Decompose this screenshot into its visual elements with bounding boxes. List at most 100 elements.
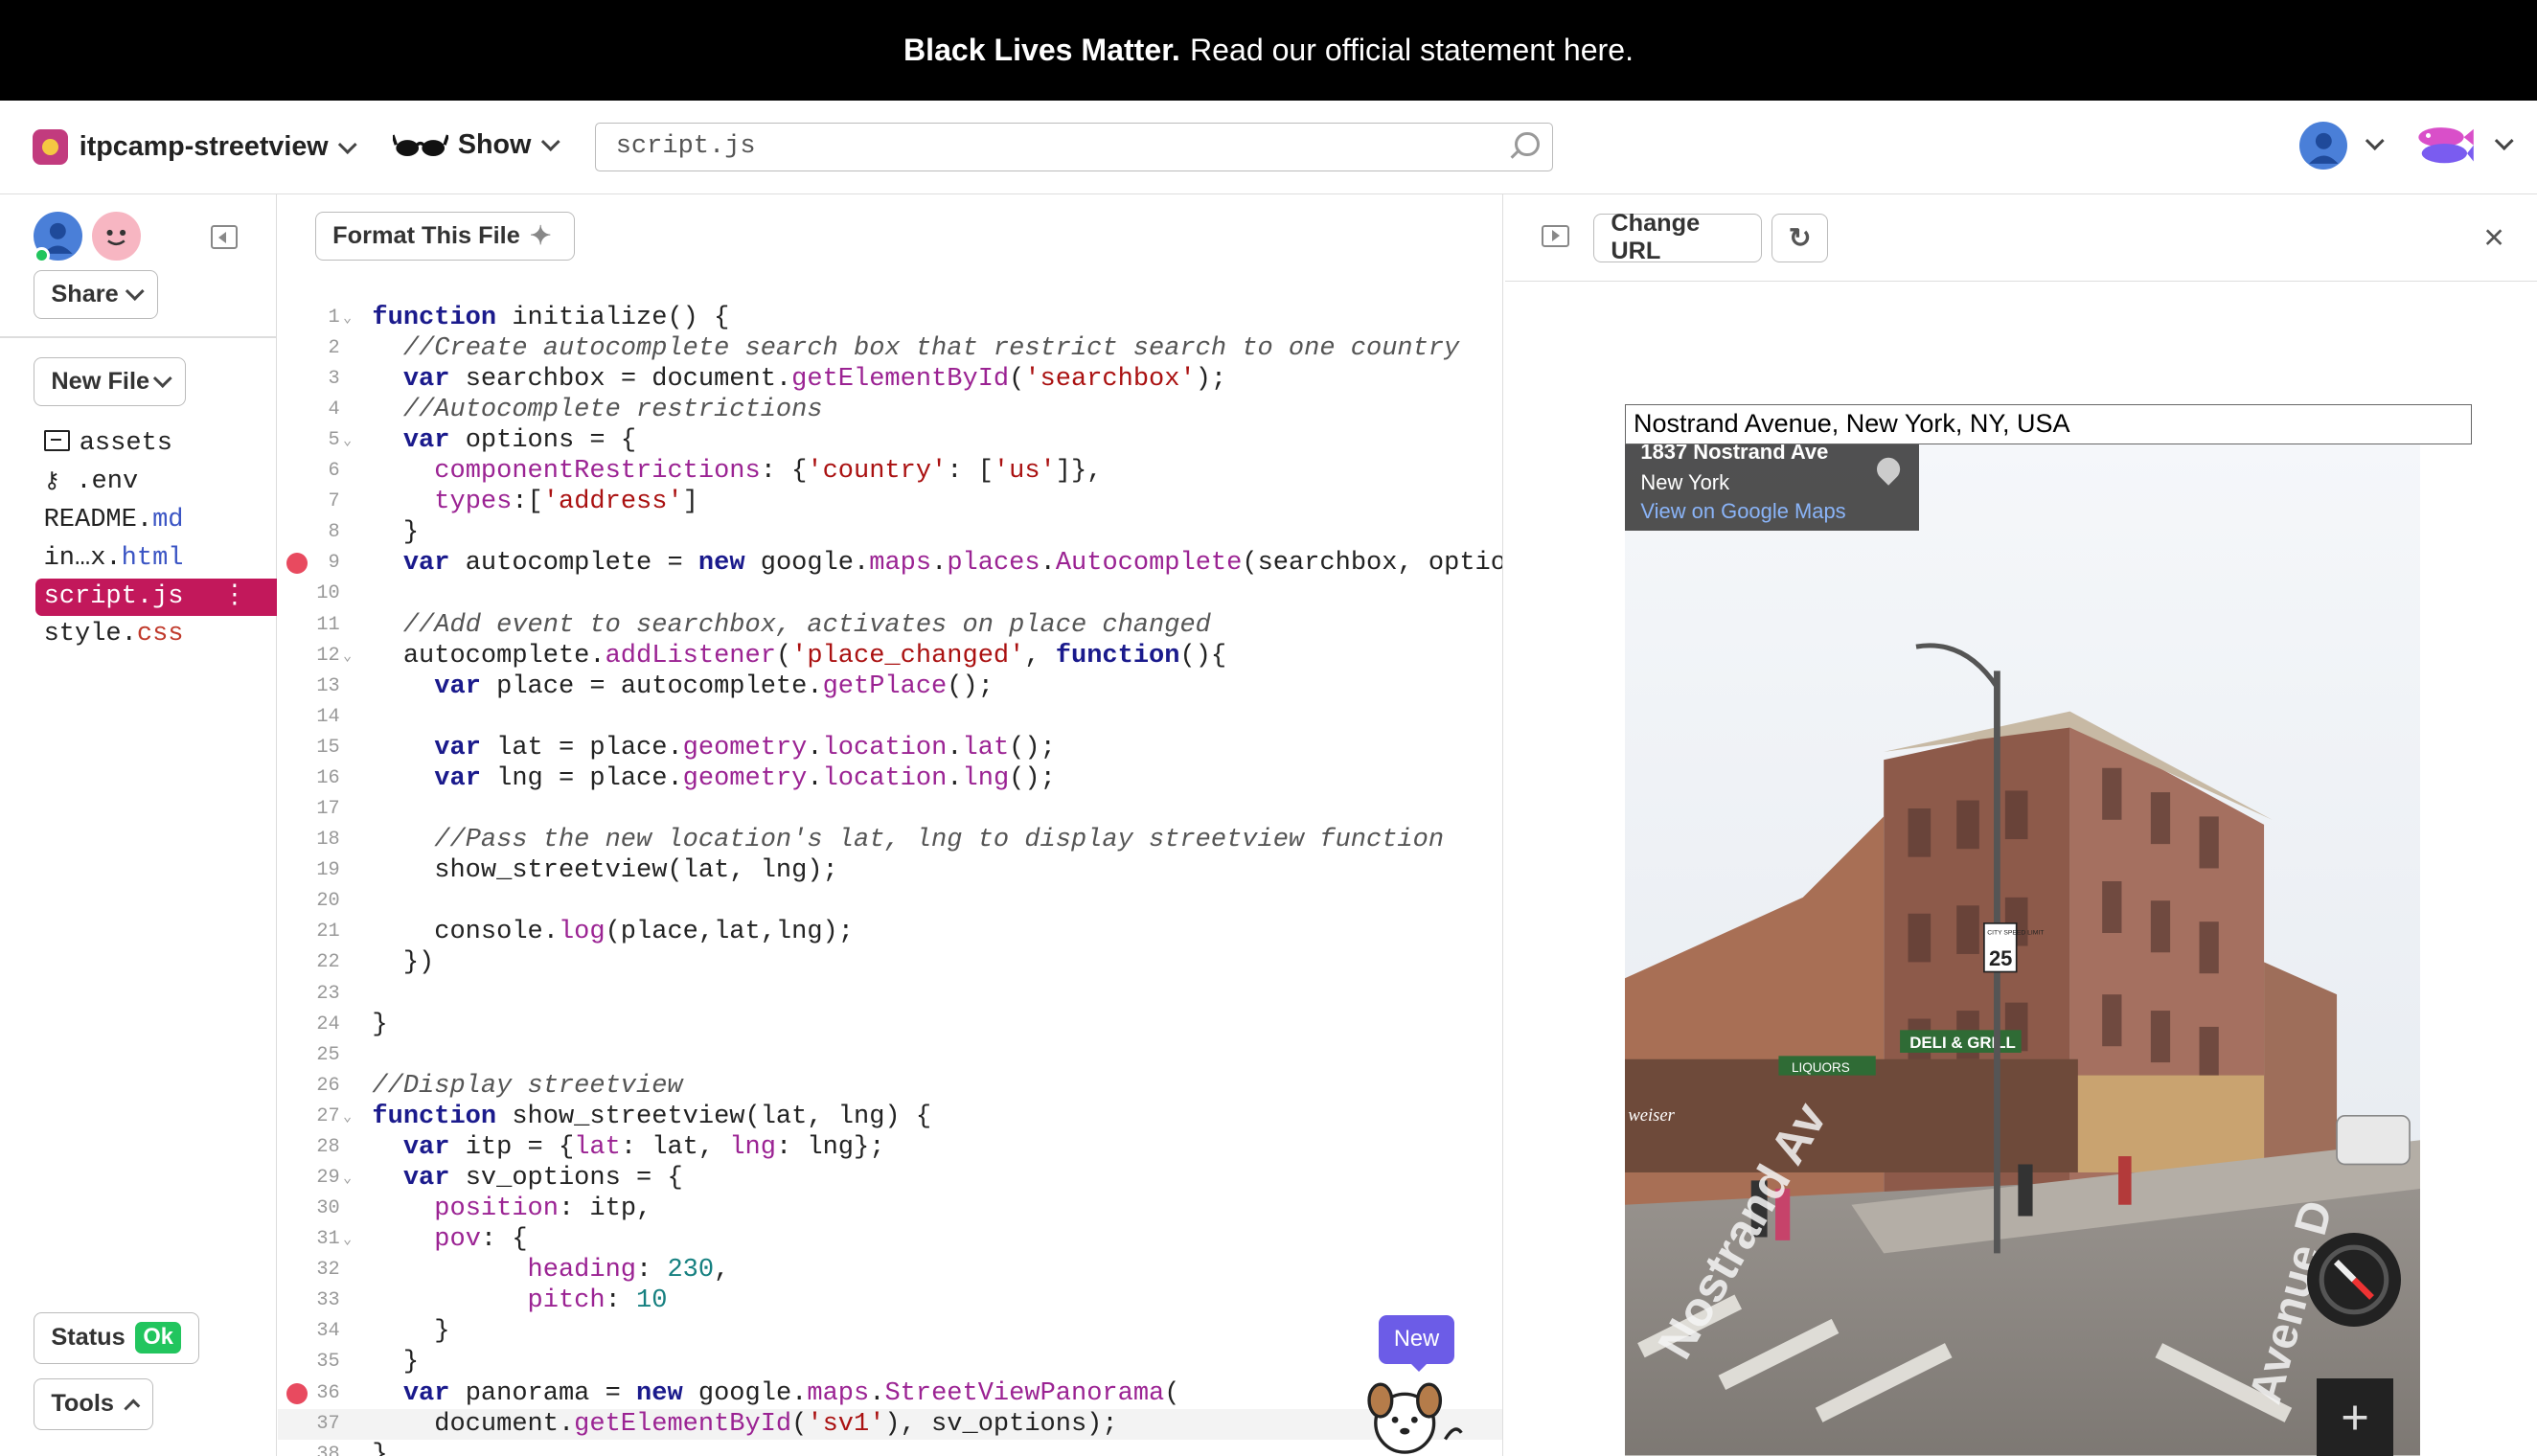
file-ext: html — [121, 543, 184, 573]
code-text: var autocomplete = new google.maps.place… — [402, 549, 1502, 579]
chevron-down-icon — [541, 132, 560, 151]
file-ext: md — [152, 505, 184, 535]
code-text: //Autocomplete restrictions — [402, 396, 823, 425]
project-avatar-icon — [32, 129, 68, 166]
change-url-button[interactable]: Change URL — [1593, 210, 1763, 264]
announcement-banner[interactable]: Black Lives Matter. Read our official st… — [0, 0, 2537, 101]
code-editor[interactable]: Format This File ✦ 1 ⌄ function initialize… — [278, 193, 1503, 1456]
show-label: Show — [457, 129, 532, 161]
compass-icon[interactable] — [2307, 1232, 2402, 1327]
line-number: 17 — [316, 798, 340, 821]
line-number: 29 — [316, 1166, 340, 1189]
code-line: 25 — [278, 1040, 1501, 1071]
file-list: assets ⚷ .env README.md in…x.html script.… — [35, 425, 277, 654]
collaborator-avatar[interactable] — [92, 212, 141, 261]
tools-label: Tools — [51, 1390, 114, 1418]
new-file-button[interactable]: New File — [34, 357, 187, 406]
code-line: 9 var autocomplete = new google.maps.pla… — [278, 548, 1502, 579]
collapse-sidebar-icon[interactable] — [210, 224, 239, 250]
line-number: 16 — [316, 766, 340, 789]
refresh-button[interactable]: ↻ — [1771, 213, 1829, 262]
code-line: 7 types:['address'] — [278, 487, 1501, 517]
line-number: 8 — [328, 521, 340, 544]
code-line: 18 //Pass the new location's lat, lng to… — [278, 825, 1501, 855]
store-sign: weiser — [1628, 1105, 1675, 1126]
show-menu[interactable]: Show — [393, 129, 560, 161]
code-line: 1 ⌄ function initialize() { — [278, 303, 1501, 333]
status-badge: Ok — [134, 1321, 182, 1354]
code-text: autocomplete.addListener('place_changed'… — [372, 641, 1227, 671]
code-line: 32 heading: 230, — [278, 1255, 1501, 1285]
play-icon[interactable] — [1542, 224, 1570, 248]
file-item-script[interactable]: script.js ⋮ — [35, 578, 277, 617]
line-number: 26 — [316, 1074, 340, 1097]
line-number: 23 — [316, 982, 340, 1005]
code-text: } — [372, 1317, 450, 1347]
code-line: 3 var searchbox = document.getElementByI… — [278, 364, 1501, 395]
line-number: 11 — [316, 613, 340, 636]
file-item-env[interactable]: ⚷ .env — [35, 464, 277, 502]
store-sign: LIQUORS — [1791, 1061, 1849, 1076]
line-number: 14 — [316, 705, 340, 728]
zoom-in-button[interactable]: + — [2317, 1377, 2393, 1456]
code-text: console.log(place,lat,lng); — [372, 918, 854, 947]
fold-chevron-icon[interactable]: ⌄ — [343, 1163, 352, 1194]
file-options-icon[interactable]: ⋮ — [221, 579, 247, 617]
new-file-label: New File — [51, 368, 150, 396]
line-number: 5 — [328, 429, 340, 452]
status-label: Status — [51, 1324, 126, 1352]
file-item-readme[interactable]: README.md — [35, 502, 277, 540]
fold-chevron-icon[interactable]: ⌄ — [343, 425, 352, 456]
close-icon[interactable]: × — [2483, 216, 2504, 258]
line-number: 4 — [328, 398, 340, 421]
address-search-input[interactable]: Nostrand Avenue, New York, NY, USA — [1624, 404, 2473, 445]
fold-chevron-icon[interactable]: ⌄ — [343, 1102, 352, 1132]
file-name: .env — [76, 466, 139, 496]
team-fish-icon[interactable] — [2415, 123, 2475, 174]
code-text: componentRestrictions: {'country': ['us'… — [434, 457, 1103, 487]
code-line: 35 } — [278, 1347, 1501, 1377]
user-avatar[interactable] — [2298, 121, 2348, 171]
format-file-button[interactable]: Format This File ✦ — [315, 212, 575, 261]
fold-chevron-icon[interactable]: ⌄ — [343, 641, 352, 671]
project-menu[interactable]: itpcamp-streetview — [32, 129, 357, 166]
info-city: New York — [1640, 470, 1730, 495]
file-name: assets — [79, 429, 172, 459]
chevron-down-icon[interactable] — [2495, 131, 2514, 150]
fold-chevron-icon[interactable]: ⌄ — [343, 1224, 352, 1255]
line-number: 13 — [316, 674, 340, 697]
view-on-google-maps-link[interactable]: View on Google Maps — [1640, 499, 1903, 524]
search-icon — [1515, 131, 1540, 157]
line-number: 6 — [328, 460, 340, 483]
line-number: 38 — [316, 1443, 340, 1456]
code-text: //Add event to searchbox, activates on p… — [402, 610, 1211, 640]
preview-toolbar: Change URL ↻ × — [1504, 194, 2537, 282]
streetview-panorama[interactable]: DELI & GRILL LIQUORS weiser CITY SPEED L… — [1624, 444, 2421, 1456]
sidebar-divider — [0, 336, 277, 338]
code-text: position: itp, — [434, 1194, 652, 1224]
sunglasses-icon — [393, 134, 448, 157]
code-text: //Create autocomplete search box that re… — [402, 333, 1460, 363]
file-search-input[interactable]: script.js — [595, 123, 1554, 171]
line-number: 33 — [316, 1289, 340, 1312]
chevron-down-icon — [153, 369, 172, 388]
code-line: 22 }) — [278, 947, 1501, 978]
chevron-down-icon[interactable] — [2366, 131, 2385, 150]
file-item-assets[interactable]: assets — [35, 425, 277, 464]
code-line: 23 — [278, 979, 1501, 1010]
top-header: itpcamp-streetview Show script.js — [0, 100, 2537, 194]
code-text: } — [372, 1010, 388, 1039]
file-item-style[interactable]: style.css — [35, 616, 277, 654]
status-button[interactable]: Status Ok — [34, 1311, 199, 1364]
file-item-index[interactable]: in…x.html — [35, 540, 277, 579]
code-text: } — [372, 1440, 388, 1456]
new-badge[interactable]: New — [1378, 1314, 1455, 1372]
fold-chevron-icon[interactable]: ⌄ — [343, 303, 352, 333]
tools-button[interactable]: Tools — [34, 1377, 154, 1430]
share-button[interactable]: Share — [34, 270, 159, 319]
code-line: 34 } — [278, 1316, 1501, 1347]
line-number: 9 — [328, 552, 340, 575]
line-number: 28 — [316, 1135, 340, 1158]
mascot-dog-icon[interactable] — [1364, 1375, 1465, 1455]
file-name: style. — [43, 620, 137, 649]
